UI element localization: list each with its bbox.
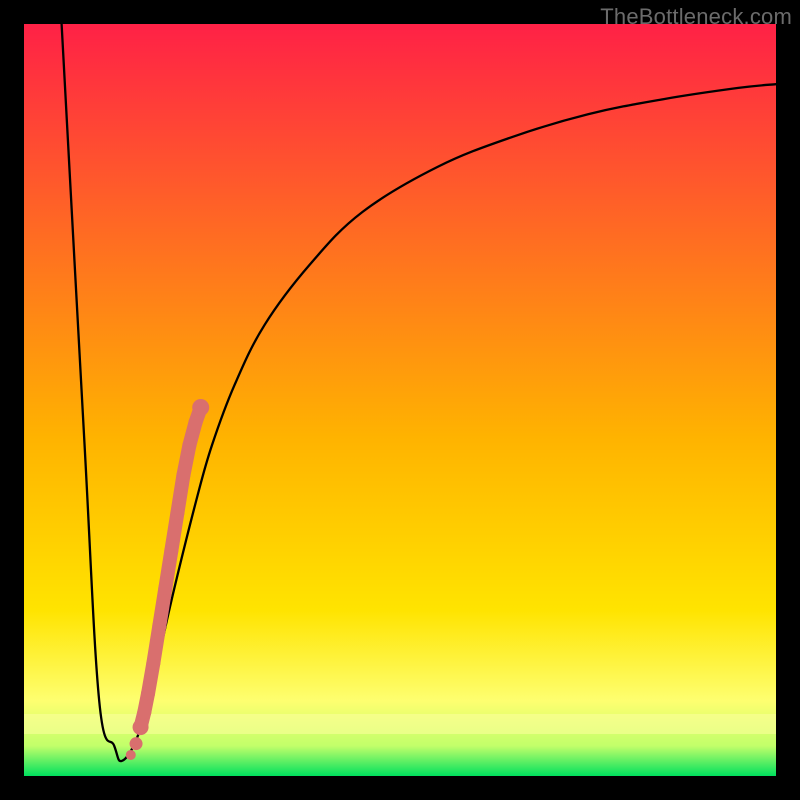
highlight-cap-top	[192, 399, 209, 416]
chart-svg	[24, 24, 776, 776]
floor-dot	[130, 737, 143, 750]
floor-dot	[126, 750, 136, 760]
plot-area	[24, 24, 776, 776]
chart-frame: TheBottleneck.com	[0, 0, 800, 800]
gradient-background	[24, 24, 776, 776]
highlight-cap-bottom	[133, 719, 149, 735]
watermark-text: TheBottleneck.com	[600, 4, 792, 30]
